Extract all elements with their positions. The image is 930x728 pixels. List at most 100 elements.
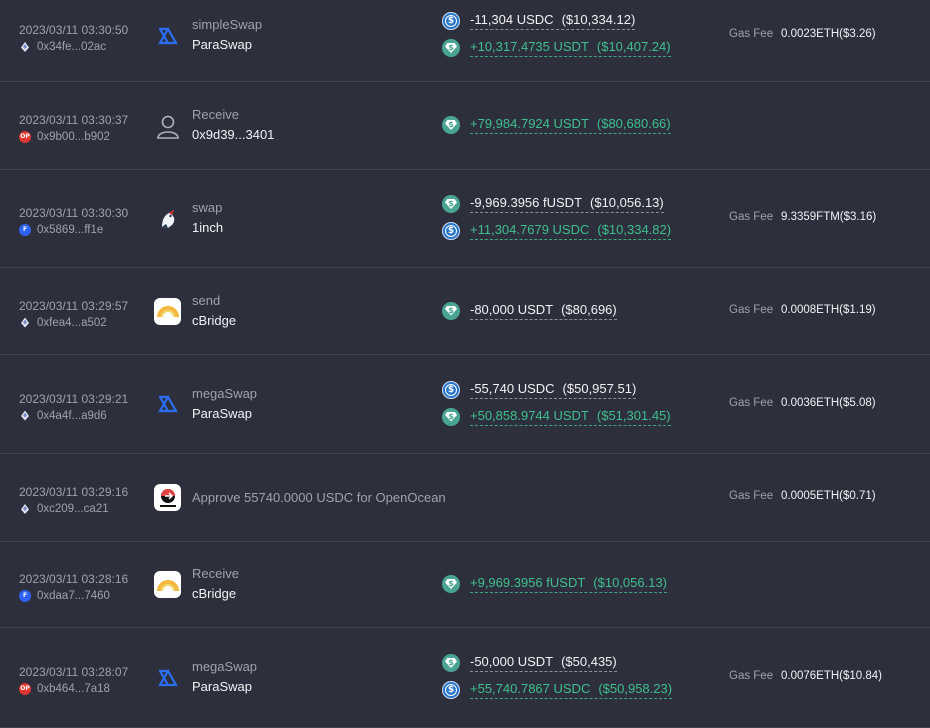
tx-action: Receive (192, 566, 239, 581)
tx-target[interactable]: ParaSwap (192, 406, 252, 421)
usdc-token-icon (442, 380, 460, 399)
usdt-token-icon (442, 407, 460, 426)
token-change: -9,969.3956 fUSDT ($10,056.13) (442, 195, 664, 213)
cbridge-logo-icon (154, 571, 181, 598)
token-amount[interactable]: -50,000 USDT ($50,435) (470, 654, 617, 672)
transaction-list: 2023/03/11 03:30:50 0x34fe...02ac simpleSw… (0, 0, 930, 728)
paraswap-logo-icon (154, 391, 181, 418)
transaction-row: 2023/03/11 03:29:57 0xfea4...a502 send cBri… (0, 268, 930, 355)
transaction-row: 2023/03/11 03:28:16 F 0xdaa7...7460 Receive… (0, 542, 930, 628)
tx-time: 2023/03/11 03:30:30 (19, 206, 129, 220)
tx-action: swap (192, 200, 223, 215)
token-amount-value: +55,740.7867 USDC (470, 681, 591, 696)
transaction-row: 2023/03/11 03:29:21 0x4a4f...a9d6 megaSwap… (0, 355, 930, 454)
token-amount[interactable]: +79,984.7924 USDT ($80,680.66) (470, 116, 671, 134)
usdt-token-icon (442, 301, 460, 320)
tx-address[interactable]: F 0x5869...ff1e (19, 224, 103, 236)
tx-address-text: 0xfea4...a502 (37, 316, 107, 329)
cbridge-logo-icon (154, 297, 181, 325)
token-change: +10,317.4735 USDT ($10,407.24) (442, 39, 671, 57)
gas-fee-label: Gas Fee (729, 211, 774, 223)
tx-address-text: 0x5869...ff1e (37, 224, 104, 236)
gas-fee-label: Gas Fee (729, 303, 774, 316)
tx-time: 2023/03/11 03:29:57 (19, 298, 129, 313)
tx-time: 2023/03/11 03:28:16 (19, 572, 129, 586)
token-amount[interactable]: +50,858.9744 USDT ($51,301.45) (470, 408, 671, 426)
tx-target[interactable]: cBridge (192, 586, 236, 601)
transaction-row: 2023/03/11 03:30:50 0x34fe...02ac simpleSw… (0, 0, 930, 82)
tx-address[interactable]: F 0xdaa7...7460 (19, 590, 110, 602)
chain-ftm-icon: F (19, 590, 31, 602)
1inch-logo-icon (154, 205, 181, 232)
gas-fee-value: 0.0036ETH($5.08) (781, 396, 876, 409)
tx-address[interactable]: 0x34fe...02ac (19, 41, 106, 53)
tx-address[interactable]: 0xfea4...a502 (19, 316, 107, 329)
usdt-token-icon (442, 39, 460, 57)
tx-time: 2023/03/11 03:30:50 (19, 23, 129, 37)
tx-time: 2023/03/11 03:28:07 (19, 665, 129, 679)
tx-address[interactable]: 0x4a4f...a9d6 (19, 409, 107, 422)
usdt-token-icon (442, 116, 460, 134)
token-usd-value: ($10,334.12) (561, 12, 636, 27)
chain-eth-icon (19, 503, 31, 515)
token-change: +9,969.3956 fUSDT ($10,056.13) (442, 575, 668, 593)
usdt-token-icon (442, 654, 460, 672)
tx-target[interactable]: cBridge (192, 313, 236, 328)
token-amount[interactable]: -55,740 USDC ($50,957.51) (470, 380, 637, 399)
tx-action: Receive (192, 107, 239, 122)
tx-target[interactable]: ParaSwap (192, 37, 252, 52)
transaction-row: 2023/03/11 03:30:37 OP 0x9b00...b902 Receiv… (0, 82, 930, 170)
usdt-token-icon (442, 195, 460, 213)
tx-address[interactable]: 0xc209...ca21 (19, 503, 109, 515)
token-usd-value: ($50,958.23) (598, 681, 673, 696)
tx-action: megaSwap (192, 659, 258, 674)
token-change: -11,304 USDC ($10,334.12) (442, 12, 636, 30)
token-amount-value: +11,304.7679 USDC (470, 222, 590, 237)
tx-action: send (192, 292, 221, 308)
tx-action: simpleSwap (192, 17, 263, 32)
token-amount[interactable]: +11,304.7679 USDC ($10,334.82) (470, 222, 672, 240)
token-usd-value: ($51,301.45) (596, 407, 671, 423)
tx-address[interactable]: OP 0xb464...7a18 (19, 683, 110, 695)
token-change: +11,304.7679 USDC ($10,334.82) (442, 222, 672, 240)
openocean-logo-icon (154, 484, 181, 511)
tx-address-text: 0xdaa7...7460 (37, 590, 110, 602)
gas-fee-label: Gas Fee (729, 396, 774, 409)
token-amount[interactable]: +10,317.4735 USDT ($10,407.24) (470, 39, 671, 57)
gas-fee-value: 0.0005ETH($0.71) (781, 490, 876, 502)
token-amount[interactable]: -11,304 USDC ($10,334.12) (470, 12, 636, 30)
token-amount-value: -55,740 USDC (470, 380, 555, 396)
tx-target[interactable]: 0x9d39...3401 (192, 127, 274, 142)
chain-op-icon: OP (19, 131, 31, 143)
paraswap-logo-icon (154, 22, 181, 49)
tx-time: 2023/03/11 03:29:16 (19, 485, 129, 499)
gas-fee-value: 9.3359FTM($3.16) (781, 211, 877, 223)
token-amount[interactable]: -80,000 USDT ($80,696) (470, 302, 617, 320)
token-usd-value: ($10,407.24) (596, 39, 671, 54)
token-change: -80,000 USDT ($80,696) (442, 301, 617, 320)
tx-target[interactable]: 1inch (192, 220, 223, 235)
token-usd-value: ($10,334.82) (597, 222, 672, 237)
transaction-row: 2023/03/11 03:30:30 F 0x5869...ff1e swap 1in… (0, 170, 930, 268)
chain-eth-icon (19, 316, 31, 329)
token-amount-value: +50,858.9744 USDT (470, 407, 589, 423)
tx-address-text: 0x4a4f...a9d6 (37, 409, 107, 422)
tx-target[interactable]: ParaSwap (192, 679, 252, 694)
usdt-token-icon (442, 575, 460, 593)
gas-fee-value: 0.0008ETH($1.19) (781, 303, 876, 316)
token-usd-value: ($80,696) (561, 301, 617, 317)
token-amount[interactable]: +55,740.7867 USDC ($50,958.23) (470, 681, 673, 699)
token-usd-value: ($50,957.51) (562, 380, 637, 396)
token-change: +55,740.7867 USDC ($50,958.23) (442, 681, 673, 699)
token-amount[interactable]: +9,969.3956 fUSDT ($10,056.13) (470, 575, 668, 593)
token-change: -55,740 USDC ($50,957.51) (442, 380, 637, 399)
token-amount-value: -80,000 USDT (470, 301, 554, 317)
chain-eth-icon (19, 41, 31, 53)
token-amount[interactable]: -9,969.3956 fUSDT ($10,056.13) (470, 195, 664, 213)
tx-time: 2023/03/11 03:30:37 (19, 113, 129, 127)
tx-address[interactable]: OP 0x9b00...b902 (19, 131, 110, 143)
tx-time: 2023/03/11 03:29:21 (19, 391, 129, 406)
token-amount-value: -50,000 USDT (470, 654, 554, 669)
token-amount-value: -9,969.3956 fUSDT (470, 195, 583, 210)
token-amount-value: +79,984.7924 USDT (470, 116, 589, 131)
